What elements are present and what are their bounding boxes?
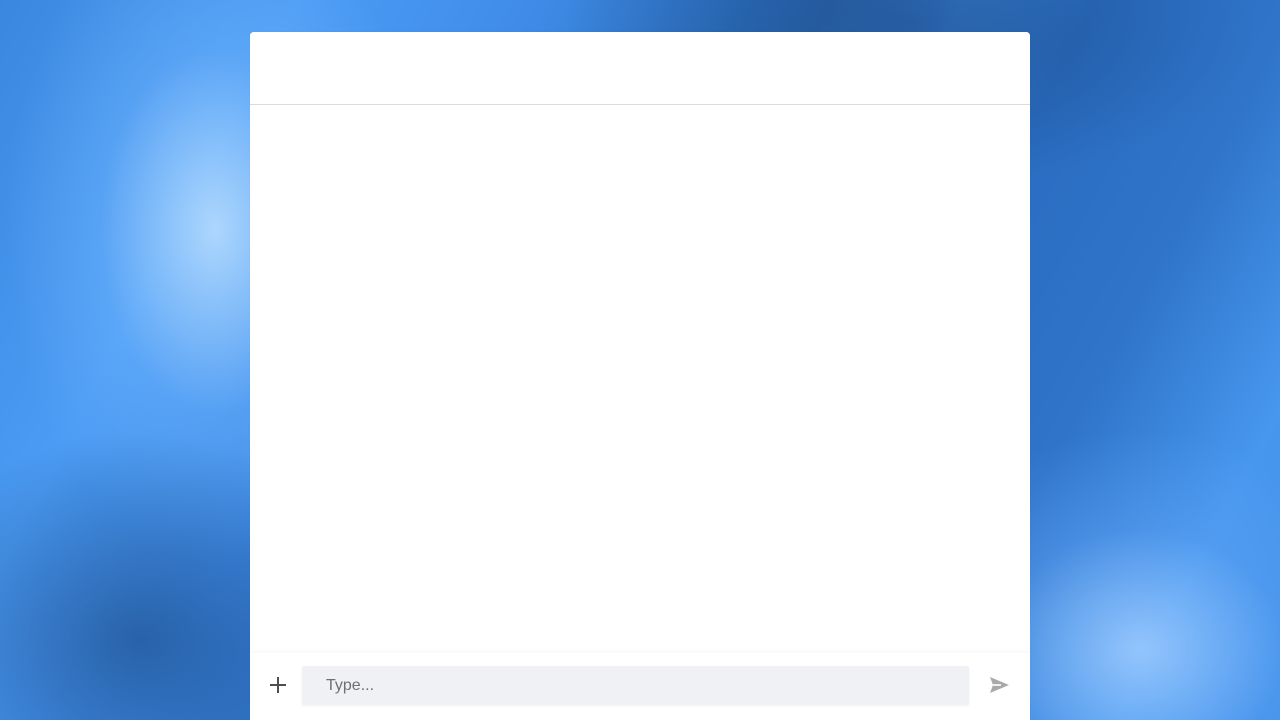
message-input[interactable] [302,666,969,705]
message-composer [250,653,1030,720]
send-button[interactable] [987,673,1011,697]
chat-header [250,32,1030,105]
desktop [0,0,1280,720]
send-icon [989,677,1009,693]
chat-window [250,32,1030,720]
plus-icon [270,677,286,693]
message-list[interactable] [250,105,1030,653]
attach-button[interactable] [264,671,292,699]
